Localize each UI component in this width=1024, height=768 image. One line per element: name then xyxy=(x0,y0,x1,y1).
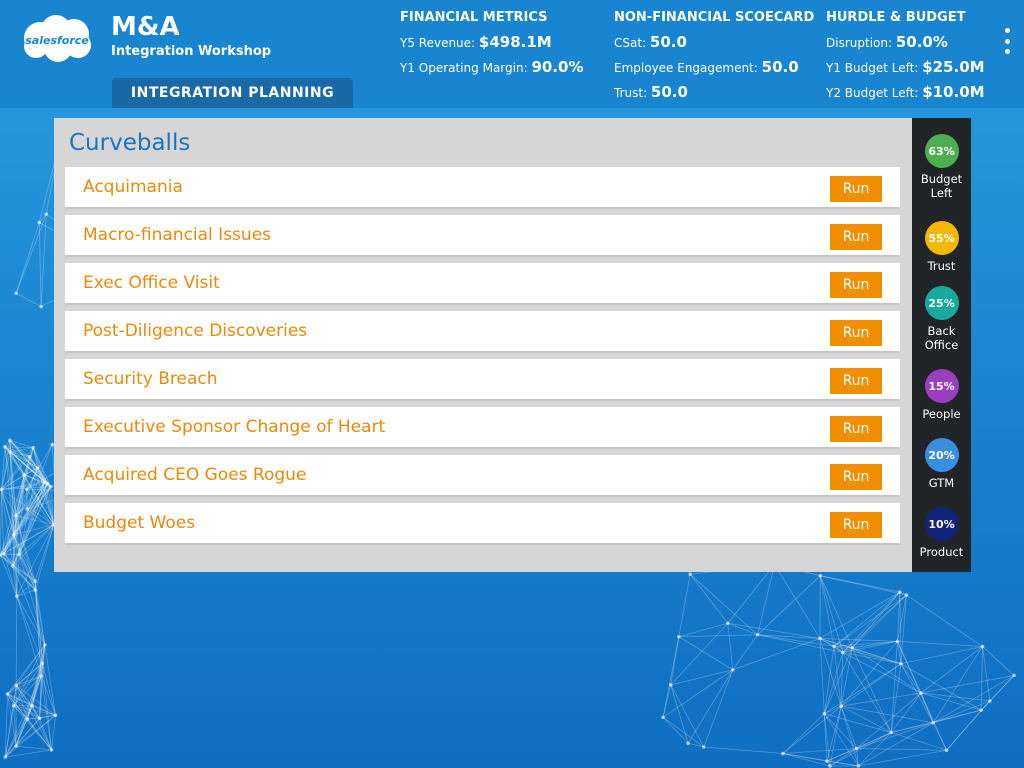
item-label: Acquimania xyxy=(83,177,183,197)
status-circle: 15% xyxy=(924,369,959,403)
status-label: Trust xyxy=(927,259,956,273)
panel-title: Curveballs xyxy=(69,130,191,156)
item-label: Acquired CEO Goes Rogue xyxy=(83,465,307,485)
status-circle: 63% xyxy=(924,134,959,168)
run-button[interactable]: Run xyxy=(830,224,882,250)
list-item: Macro-financial Issues Run xyxy=(65,215,900,257)
logo-wordmark: salesforce xyxy=(25,33,89,47)
non-financial-scorecard: NON-FINANCIAL SCOECARD CSat: 50.0 Employ… xyxy=(614,10,814,109)
run-button[interactable]: Run xyxy=(830,368,882,394)
list-item: Security Breach Run xyxy=(65,359,900,401)
item-label: Budget Woes xyxy=(83,513,196,533)
list-item: Budget Woes Run xyxy=(65,503,900,545)
status-label: Back Office xyxy=(924,324,959,352)
list-item: Executive Sponsor Change of Heart Run xyxy=(65,407,900,449)
run-button[interactable]: Run xyxy=(830,512,882,538)
status-label: People xyxy=(922,407,961,421)
status-circle: 55% xyxy=(924,221,959,255)
status-circle: 20% xyxy=(924,438,959,472)
list-item: Acquimania Run xyxy=(65,167,900,209)
status-product: 10% Product xyxy=(912,507,971,559)
item-label: Exec Office Visit xyxy=(83,273,220,293)
salesforce-logo: salesforce xyxy=(18,12,96,64)
status-sidebar: 63% Budget Left 55% Trust 25% Back Offic… xyxy=(912,118,971,572)
status-trust: 55% Trust xyxy=(912,221,971,273)
curveballs-panel: Curveballs Acquimania Run Macro-financial… xyxy=(54,118,912,572)
metric-disruption: Disruption: 50.0% xyxy=(826,33,948,51)
metric-csat: CSat: 50.0 xyxy=(614,33,687,51)
run-button[interactable]: Run xyxy=(830,176,882,202)
app-title: M&A xyxy=(111,12,180,42)
run-button[interactable]: Run xyxy=(830,416,882,442)
curveball-list: Acquimania Run Macro-financial Issues Run … xyxy=(65,167,900,551)
run-button[interactable]: Run xyxy=(830,464,882,490)
list-item: Acquired CEO Goes Rogue Run xyxy=(65,455,900,497)
status-label: Product xyxy=(919,545,964,559)
metric-heading: HURDLE & BUDGET xyxy=(826,10,966,25)
metric-y2-budget-left: Y2 Budget Left: $10.0M xyxy=(826,83,985,101)
metric-y1-operating-margin: Y1 Operating Margin: 90.0% xyxy=(400,58,584,76)
tab-integration-planning[interactable]: INTEGRATION PLANNING xyxy=(112,78,353,108)
metric-y1-budget-left: Y1 Budget Left: $25.0M xyxy=(826,58,985,76)
status-gtm: 20% GTM xyxy=(912,438,971,490)
metric-y5-revenue: Y5 Revenue: $498.1M xyxy=(400,33,552,51)
top-header: salesforce M&A Integration Workshop INTE… xyxy=(0,0,1024,108)
run-button[interactable]: Run xyxy=(830,272,882,298)
more-menu-icon[interactable] xyxy=(1000,28,1014,54)
run-button[interactable]: Run xyxy=(830,320,882,346)
status-label: GTM xyxy=(928,476,955,490)
status-back-office: 25% Back Office xyxy=(912,286,971,352)
financial-metrics: FINANCIAL METRICS Y5 Revenue: $498.1M Y1… xyxy=(400,10,583,84)
item-label: Macro-financial Issues xyxy=(83,225,272,245)
status-people: 15% People xyxy=(912,369,971,421)
hurdle-budget: HURDLE & BUDGET Disruption: 50.0% Y1 Bud… xyxy=(826,10,985,109)
list-item: Post-Diligence Discoveries Run xyxy=(65,311,900,353)
app-subtitle: Integration Workshop xyxy=(111,44,272,59)
item-label: Post-Diligence Discoveries xyxy=(83,321,308,341)
item-label: Executive Sponsor Change of Heart xyxy=(83,417,386,437)
status-circle: 25% xyxy=(924,286,959,320)
metric-trust: Trust: 50.0 xyxy=(614,83,688,101)
status-circle: 10% xyxy=(924,507,959,541)
status-budget-left: 63% Budget Left xyxy=(912,134,971,200)
metric-heading: FINANCIAL METRICS xyxy=(400,10,548,25)
item-label: Security Breach xyxy=(83,369,218,389)
metric-heading: NON-FINANCIAL SCOECARD xyxy=(614,10,815,25)
status-label: Budget Left xyxy=(920,172,963,200)
list-item: Exec Office Visit Run xyxy=(65,263,900,305)
metric-employee-engagement: Employee Engagement: 50.0 xyxy=(614,58,799,76)
